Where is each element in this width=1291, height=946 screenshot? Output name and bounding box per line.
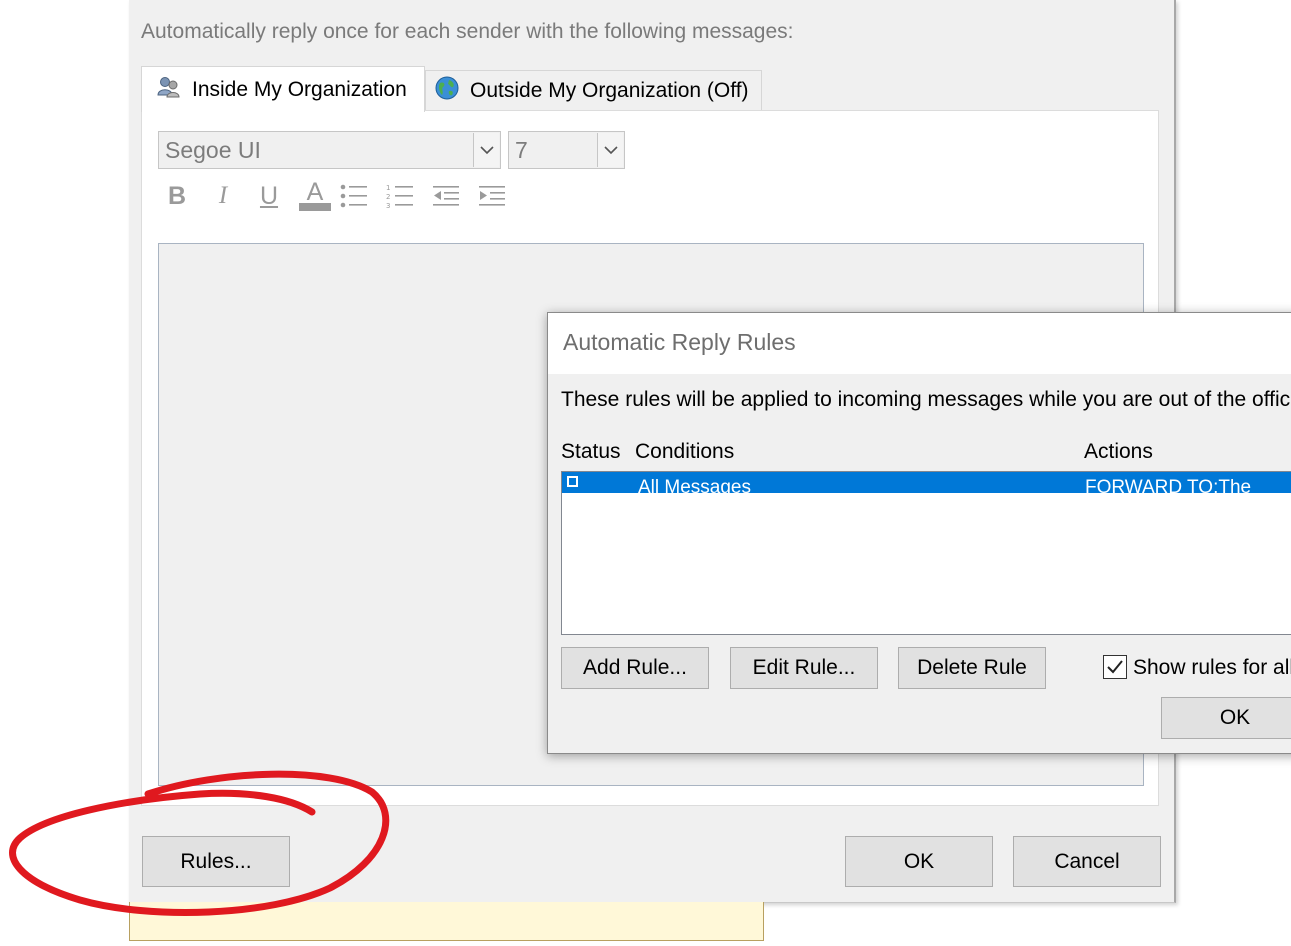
font-name-dropdown[interactable]: Segoe UI [158, 131, 501, 169]
tab-label: Inside My Organization [192, 77, 407, 101]
edit-rule-button[interactable]: Edit Rule... [730, 647, 878, 689]
cancel-button[interactable]: Cancel [1013, 836, 1161, 887]
font-name-value: Segoe UI [165, 136, 261, 163]
italic-button[interactable]: I [206, 179, 240, 213]
show-rules-label[interactable]: Show rules for all [1133, 656, 1291, 680]
yellow-note-strip [129, 902, 764, 941]
tab-inside-my-organization[interactable]: Inside My Organization [141, 66, 425, 112]
add-rule-button[interactable]: Add Rule... [561, 647, 709, 689]
people-icon [156, 75, 182, 105]
column-header-actions[interactable]: Actions [1084, 440, 1153, 464]
rule-row[interactable]: All Messages FORWARD TO:The [562, 472, 1291, 493]
show-rules-checkbox[interactable] [1103, 655, 1127, 679]
automatic-reply-rules-dialog: Automatic Reply Rules These rules will b… [547, 312, 1291, 754]
chevron-down-icon[interactable] [473, 133, 499, 167]
rules-dialog-title: Automatic Reply Rules [563, 329, 796, 355]
svg-text:1: 1 [386, 184, 390, 192]
increase-indent-button[interactable] [475, 179, 509, 213]
rule-actions: FORWARD TO:The [1085, 477, 1252, 493]
numbering-button[interactable]: 1 2 3 [383, 179, 417, 213]
rules-list[interactable]: All Messages FORWARD TO:The [561, 471, 1291, 635]
checkmark-icon [1107, 660, 1123, 674]
rule-conditions: All Messages [638, 477, 751, 493]
increase-indent-icon [479, 186, 505, 206]
numbered-list-icon: 1 2 3 [386, 184, 413, 210]
bullet-list-icon [340, 184, 367, 208]
decrease-indent-icon [433, 186, 459, 206]
column-header-status[interactable]: Status [561, 440, 621, 464]
decrease-indent-button[interactable] [429, 179, 463, 213]
rules-ok-button[interactable]: OK [1161, 697, 1291, 739]
font-color-button[interactable]: A [298, 179, 332, 213]
font-size-dropdown[interactable]: 7 [508, 131, 625, 169]
globe-icon [434, 75, 460, 107]
delete-rule-button[interactable]: Delete Rule [898, 647, 1046, 689]
svg-text:2: 2 [386, 193, 390, 201]
underline-button[interactable]: U [252, 179, 286, 213]
column-header-conditions[interactable]: Conditions [635, 440, 734, 464]
bullets-button[interactable] [337, 179, 371, 213]
rules-button[interactable]: Rules... [142, 836, 290, 887]
rule-status-checkbox[interactable] [567, 476, 578, 487]
auto-reply-caption: Automatically reply once for each sender… [141, 20, 794, 43]
rules-titlebar[interactable]: Automatic Reply Rules [548, 313, 1291, 374]
font-size-value: 7 [515, 136, 528, 163]
font-color-letter: A [306, 178, 324, 206]
rules-description: These rules will be applied to incoming … [561, 388, 1291, 411]
ok-button[interactable]: OK [845, 836, 993, 887]
tab-outside-my-organization[interactable]: Outside My Organization (Off) [425, 70, 762, 110]
font-color-bar [299, 203, 331, 211]
chevron-down-icon[interactable] [597, 133, 623, 167]
tab-label: Outside My Organization (Off) [470, 78, 749, 102]
bold-button[interactable]: B [160, 179, 194, 213]
svg-text:3: 3 [386, 202, 390, 210]
